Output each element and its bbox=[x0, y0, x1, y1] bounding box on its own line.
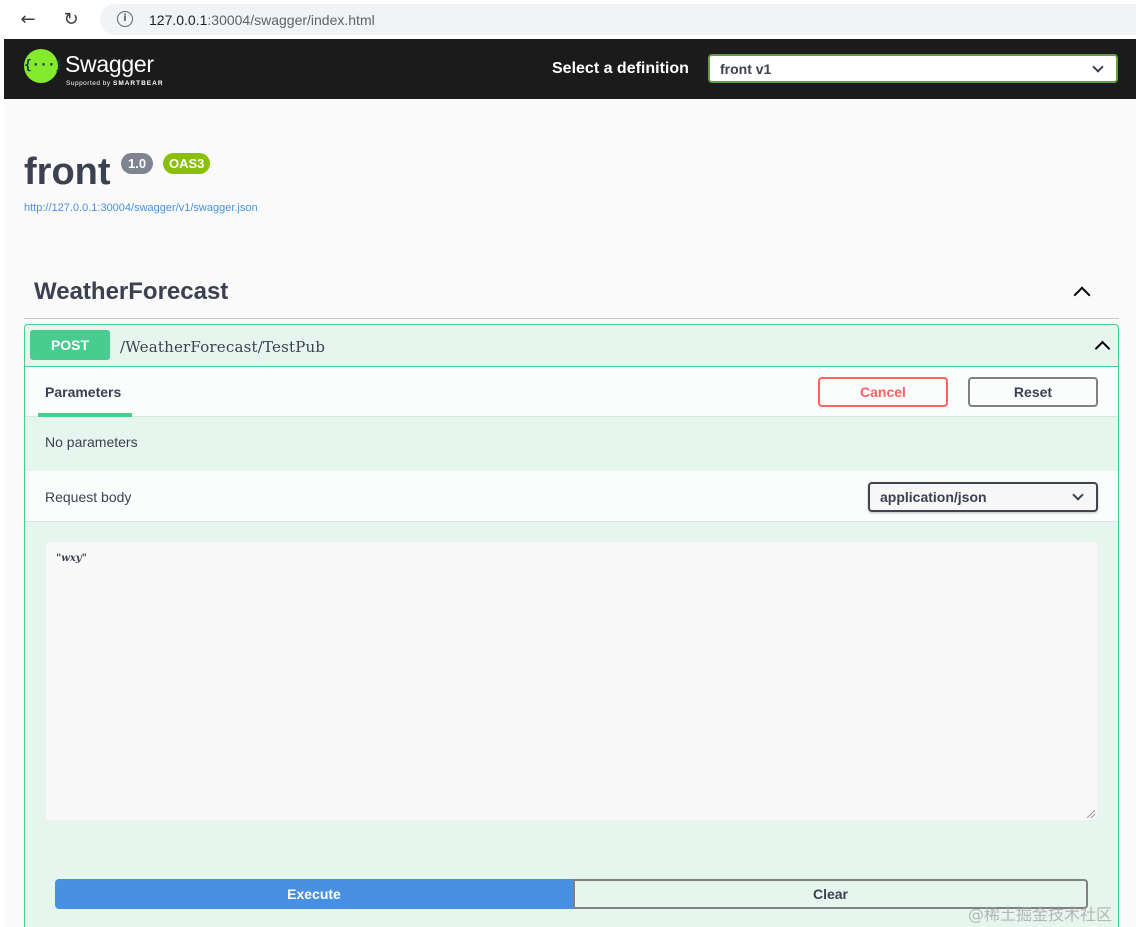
content-type-select[interactable]: application/json bbox=[868, 482, 1098, 512]
swagger-logo-subtitle: Supported by SMARTBEAR bbox=[66, 80, 164, 87]
cancel-button[interactable]: Cancel bbox=[818, 377, 948, 407]
reload-icon[interactable]: ↻ bbox=[60, 9, 82, 31]
request-body-header: Request body application/json bbox=[25, 471, 1118, 522]
logo-sub-prefix: Supported by bbox=[66, 80, 113, 87]
parameters-header: Parameters Cancel Reset bbox=[25, 367, 1118, 417]
oas-badge: OAS3 bbox=[163, 153, 211, 174]
chevron-up-icon[interactable] bbox=[1094, 340, 1111, 357]
content-type-value: application/json bbox=[880, 489, 987, 505]
browser-toolbar: ← ↻ i 127.0.0.1:30004/swagger/index.html bbox=[0, 0, 1136, 39]
execute-button[interactable]: Execute bbox=[55, 879, 573, 909]
watermark-text: @稀土掘金技术社区 bbox=[968, 905, 1113, 924]
definition-select[interactable]: front v1 bbox=[708, 54, 1118, 83]
url-host: 127.0.0.1 bbox=[149, 12, 208, 28]
chevron-down-icon bbox=[1092, 61, 1104, 73]
divider bbox=[24, 318, 1119, 319]
operation-path: /WeatherForecast/TestPub bbox=[120, 338, 326, 356]
operation-block: POST /WeatherForecast/TestPub Parameters… bbox=[24, 324, 1119, 927]
chevron-up-icon[interactable] bbox=[1073, 286, 1091, 304]
request-body-value: "wxy" bbox=[56, 553, 87, 564]
arrow-left-icon[interactable]: ← bbox=[17, 9, 39, 31]
operation-summary[interactable]: POST /WeatherForecast/TestPub bbox=[25, 325, 1118, 367]
resize-handle-icon[interactable] bbox=[1087, 810, 1095, 818]
select-definition-label: Select a definition bbox=[552, 60, 689, 77]
swagger-logo-text[interactable]: Swagger bbox=[65, 51, 154, 78]
tag-title[interactable]: WeatherForecast bbox=[34, 278, 228, 306]
request-body-label: Request body bbox=[45, 489, 132, 505]
url-text[interactable]: 127.0.0.1:30004/swagger/index.html bbox=[149, 12, 375, 28]
chevron-down-icon bbox=[1072, 489, 1084, 501]
api-title: front bbox=[24, 151, 111, 193]
info-icon[interactable]: i bbox=[117, 11, 133, 27]
swagger-logo-icon[interactable]: {···} bbox=[24, 49, 63, 83]
request-body-textarea[interactable]: "wxy" bbox=[45, 541, 1098, 821]
no-parameters-text: No parameters bbox=[45, 434, 138, 450]
reset-button[interactable]: Reset bbox=[968, 377, 1098, 407]
url-path: :30004/swagger/index.html bbox=[207, 12, 375, 28]
tab-parameters[interactable]: Parameters bbox=[45, 384, 121, 400]
tab-active-indicator bbox=[38, 413, 132, 417]
swagger-topbar: {···} Swagger Supported by SMARTBEAR Sel… bbox=[4, 39, 1136, 99]
definition-select-value: front v1 bbox=[720, 61, 772, 77]
version-badge: 1.0 bbox=[121, 153, 154, 174]
method-badge: POST bbox=[30, 330, 110, 360]
logo-sub-brand: SMARTBEAR bbox=[112, 80, 164, 87]
spec-url-link[interactable]: http://127.0.0.1:30004/swagger/v1/swagge… bbox=[24, 202, 258, 214]
swagger-page: {···} Swagger Supported by SMARTBEAR Sel… bbox=[4, 39, 1136, 927]
